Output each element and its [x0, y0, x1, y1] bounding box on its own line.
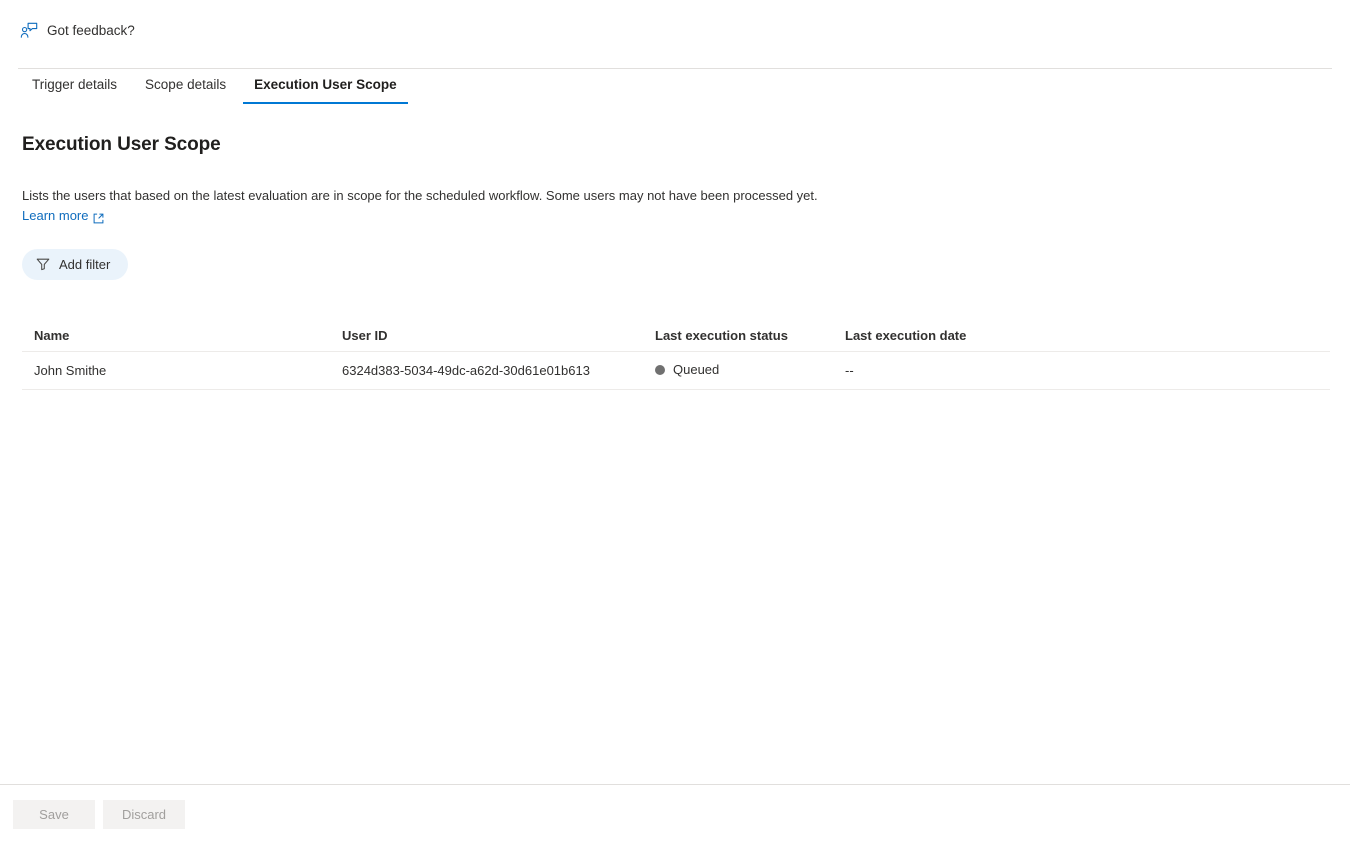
person-feedback-icon: [20, 22, 38, 40]
tab-execution-user-scope[interactable]: Execution User Scope: [240, 69, 411, 105]
got-feedback-link[interactable]: Got feedback?: [20, 22, 135, 40]
main-content: Execution User Scope Lists the users tha…: [0, 110, 1350, 390]
cell-name: John Smithe: [34, 362, 107, 378]
status-badge: Queued: [655, 362, 719, 377]
tabstrip: Trigger details Scope details Execution …: [0, 69, 1350, 107]
learn-more-label: Learn more: [22, 207, 89, 223]
funnel-icon: [36, 257, 50, 271]
discard-button[interactable]: Discard: [103, 800, 185, 829]
table-header-row: Name User ID Last execution status Last …: [22, 321, 1330, 352]
status-dot-icon: [655, 364, 665, 375]
status-label: Queued: [673, 362, 720, 378]
column-header-last-execution-status[interactable]: Last execution status: [655, 328, 845, 343]
external-link-icon: [93, 211, 104, 224]
execution-user-scope-table: Name User ID Last execution status Last …: [22, 321, 1330, 390]
save-button[interactable]: Save: [13, 800, 95, 829]
column-header-last-execution-date[interactable]: Last execution date: [845, 328, 1145, 343]
add-filter-button[interactable]: Add filter: [22, 248, 129, 280]
page-title: Execution User Scope: [22, 134, 221, 155]
column-header-user-id[interactable]: User ID: [342, 328, 655, 343]
feedback-bar: Got feedback?: [0, 0, 1350, 62]
footer-action-bar: Save Discard: [0, 785, 1350, 844]
got-feedback-label: Got feedback?: [47, 23, 135, 39]
table-row[interactable]: John Smithe 6324d383-5034-49dc-a62d-30d6…: [22, 352, 1330, 390]
page-description: Lists the users that based on the latest…: [22, 187, 1328, 226]
cell-last-execution-status: Queued: [655, 362, 845, 378]
cell-user-id: 6324d383-5034-49dc-a62d-30d61e01b613: [342, 362, 590, 378]
filter-toolbar: Add filter: [22, 248, 1328, 280]
page-description-text: Lists the users that based on the latest…: [22, 188, 818, 203]
learn-more-link[interactable]: Learn more: [22, 207, 104, 226]
tab-scope-details[interactable]: Scope details: [131, 69, 240, 104]
cell-last-execution-date: --: [845, 362, 854, 378]
tab-trigger-details[interactable]: Trigger details: [18, 69, 131, 104]
column-header-name[interactable]: Name: [22, 328, 342, 343]
add-filter-label: Add filter: [59, 256, 111, 272]
